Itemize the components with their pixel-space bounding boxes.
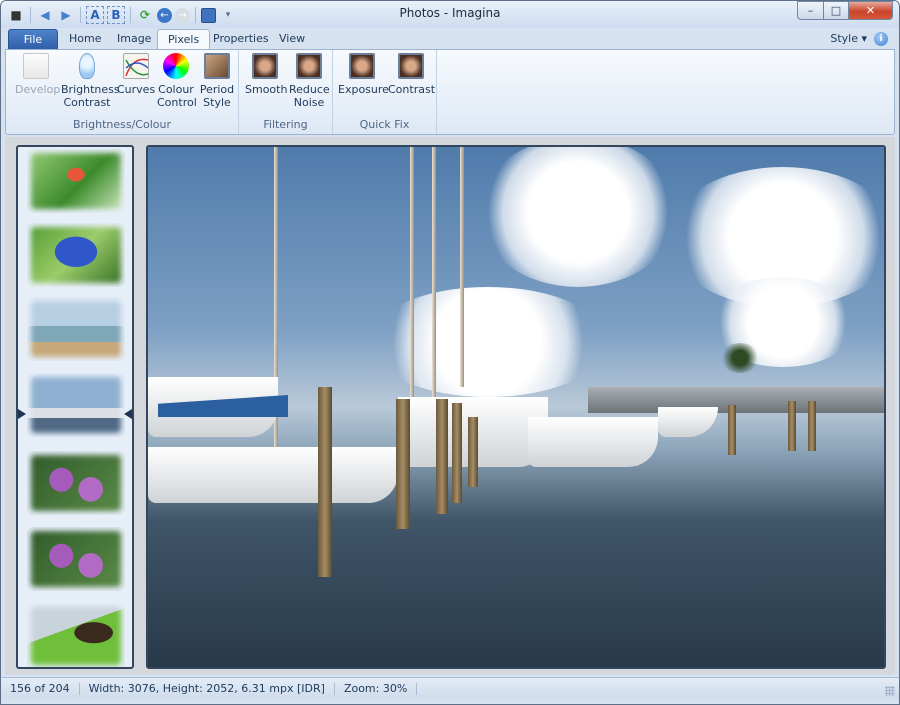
resize-grip[interactable] xyxy=(885,686,895,696)
noise-portrait-icon xyxy=(296,53,322,79)
photo-palm xyxy=(720,343,760,373)
thumbnail[interactable] xyxy=(27,603,125,667)
group-quick-fix: Exposure Contrast Quick Fix xyxy=(333,50,437,134)
photo-piling xyxy=(396,399,410,529)
tab-file[interactable]: File xyxy=(8,29,58,50)
photo-piling xyxy=(728,405,736,455)
title-bar: ■ ◀ ▶ A B ⟳ ← → ▾ Photos - Imagina – □ ✕ xyxy=(1,1,899,28)
photo-shore xyxy=(588,387,884,413)
thumbnail-current[interactable] xyxy=(27,373,125,437)
image-viewer[interactable] xyxy=(146,145,886,669)
thumbnail[interactable] xyxy=(27,223,125,287)
zoom-level: Zoom: 30% xyxy=(344,682,418,695)
close-button[interactable]: ✕ xyxy=(849,1,893,20)
thumbnail[interactable] xyxy=(27,297,125,361)
current-marker-right-icon xyxy=(124,409,132,419)
tab-home[interactable]: Home xyxy=(59,29,111,50)
period-style-button[interactable]: Period Style xyxy=(199,53,235,109)
tab-view[interactable]: View xyxy=(269,29,315,50)
sepia-portrait-icon xyxy=(204,53,230,79)
photo-piling xyxy=(808,401,816,451)
photo-boat xyxy=(528,417,658,467)
workspace xyxy=(5,137,895,675)
tab-image[interactable]: Image xyxy=(107,29,161,50)
photo-mast xyxy=(432,147,436,397)
group-label: Filtering xyxy=(263,118,308,131)
photo-piling xyxy=(452,403,462,503)
style-menu[interactable]: Style ▾ xyxy=(830,32,867,45)
group-brightness-colour: Develop Brightness Contrast Curves Colou… xyxy=(6,50,239,134)
thumbnail[interactable] xyxy=(27,149,125,213)
photo-boat xyxy=(148,447,398,503)
colour-wheel-icon xyxy=(163,53,189,79)
thumbnail[interactable] xyxy=(27,527,125,591)
window-title: Photos - Imagina xyxy=(399,6,501,20)
exposure-portrait-icon xyxy=(349,53,375,79)
thumbnail-strip[interactable] xyxy=(16,145,134,669)
ribbon-tabs: File Home Image Pixels Properties View S… xyxy=(1,28,899,50)
app-window: ■ ◀ ▶ A B ⟳ ← → ▾ Photos - Imagina – □ ✕… xyxy=(0,0,900,705)
photo-piling xyxy=(468,417,478,487)
contrast-button[interactable]: Contrast xyxy=(388,53,435,96)
thumbnail[interactable] xyxy=(27,451,125,515)
photo-piling xyxy=(436,399,448,514)
group-filtering: Smooth Reduce Noise Filtering xyxy=(239,50,333,134)
curves-icon xyxy=(123,53,149,79)
status-bar: 156 of 204 Width: 3076, Height: 2052, 6.… xyxy=(1,677,899,699)
lightbulb-icon xyxy=(79,53,95,79)
contrast-portrait-icon xyxy=(398,53,424,79)
maximize-button[interactable]: □ xyxy=(823,1,849,20)
current-marker-left-icon xyxy=(18,409,26,419)
tab-properties[interactable]: Properties xyxy=(203,29,279,50)
image-dimensions: Width: 3076, Height: 2052, 6.31 mpx [IDR… xyxy=(89,682,335,695)
exposure-button[interactable]: Exposure xyxy=(338,53,389,96)
group-label: Quick Fix xyxy=(359,118,410,131)
photo-piling xyxy=(318,387,332,577)
group-label: Brightness/Colour xyxy=(73,118,171,131)
colour-control-button[interactable]: Colour Control xyxy=(157,53,197,109)
image-position: 156 of 204 xyxy=(10,682,80,695)
ribbon-panel: Develop Brightness Contrast Curves Colou… xyxy=(5,49,895,135)
develop-button[interactable]: Develop xyxy=(15,53,60,96)
photo-piling xyxy=(788,401,796,451)
photo-boat xyxy=(658,407,718,437)
reduce-noise-button[interactable]: Reduce Noise xyxy=(289,53,330,109)
photo-cloud xyxy=(478,147,678,287)
develop-icon xyxy=(23,53,49,79)
smooth-button[interactable]: Smooth xyxy=(245,53,287,96)
minimize-button[interactable]: – xyxy=(797,1,823,20)
brightness-contrast-button[interactable]: Brightness Contrast xyxy=(61,53,120,109)
window-controls: – □ ✕ xyxy=(797,1,893,20)
info-icon[interactable]: i xyxy=(874,32,888,46)
photo-mast xyxy=(410,147,414,397)
smooth-portrait-icon xyxy=(252,53,278,79)
photo-cloud xyxy=(368,287,608,397)
photo-mast xyxy=(460,147,464,387)
curves-button[interactable]: Curves xyxy=(117,53,155,96)
